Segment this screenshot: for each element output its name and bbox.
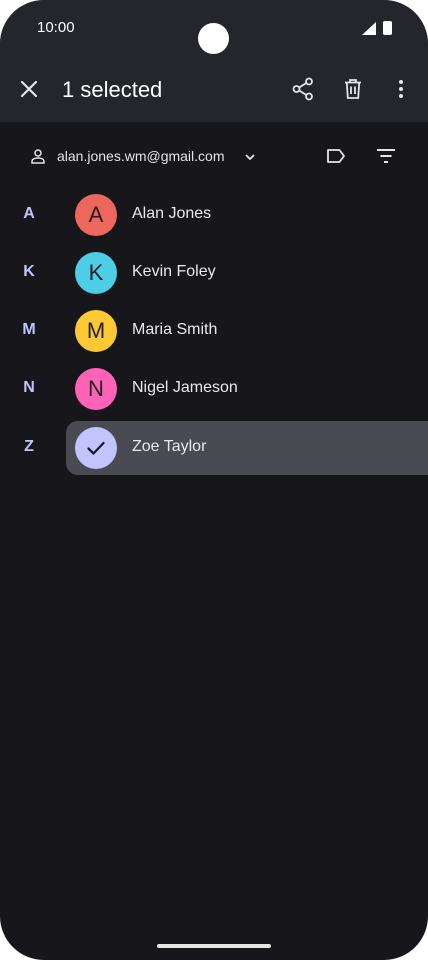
phone-screen: 10:00 1 selected alan.jones.wm@gmail.com… [0,0,428,960]
account-selector[interactable]: alan.jones.wm@gmail.com [26,140,266,172]
list-item: Z Zoe Taylor [0,421,428,475]
contact-name: Alan Jones [132,205,212,222]
contact-name: Nigel Jameson [132,379,238,396]
avatar: K [75,252,117,294]
contact-name: Zoe Taylor [132,438,207,455]
close-icon[interactable] [16,76,42,102]
more-options-icon[interactable] [388,76,414,102]
label-icon[interactable] [324,144,348,168]
camera-cutout [198,23,229,54]
selection-count-title: 1 selected [62,77,163,102]
section-letter: Z [24,438,34,455]
avatar: N [75,368,117,410]
list-item: A A Alan Jones [0,188,428,242]
delete-icon[interactable] [340,76,366,102]
section-letter: M [22,321,36,338]
avatar-initial: M [86,318,106,343]
filter-icon[interactable] [374,144,398,168]
avatar-initial: K [88,260,104,285]
contact-row-zoe-taylor[interactable]: Zoe Taylor [66,421,428,475]
person-icon [31,149,45,164]
selection-app-bar: 1 selected [0,56,428,122]
battery-icon [383,21,392,35]
home-indicator[interactable] [157,944,271,948]
contact-name: Kevin Foley [132,263,216,280]
share-icon[interactable] [290,76,316,102]
list-item: M M Maria Smith [0,304,428,358]
contact-row-kevin-foley[interactable]: K Kevin Foley [66,246,428,300]
avatar-initial: N [88,376,104,401]
account-email: alan.jones.wm@gmail.com [57,148,225,164]
avatar-initial: A [88,202,104,227]
contact-row-nigel-jameson[interactable]: N Nigel Jameson [66,362,428,416]
avatar: M [75,310,117,352]
avatar: A [75,194,117,236]
check-icon [87,441,105,455]
contact-row-alan-jones[interactable]: A Alan Jones [66,188,428,242]
avatar [75,427,117,469]
contact-row-maria-smith[interactable]: M Maria Smith [66,304,428,358]
signal-icon [362,22,376,35]
status-bar: 10:00 [0,0,428,56]
list-item: K K Kevin Foley [0,246,428,300]
section-letter: A [23,205,35,222]
chevron-down-icon [245,154,255,161]
status-time: 10:00 [37,19,75,36]
list-item: N N Nigel Jameson [0,362,428,416]
section-letter: N [23,379,35,396]
contact-name: Maria Smith [132,321,218,338]
section-letter: K [23,263,35,280]
